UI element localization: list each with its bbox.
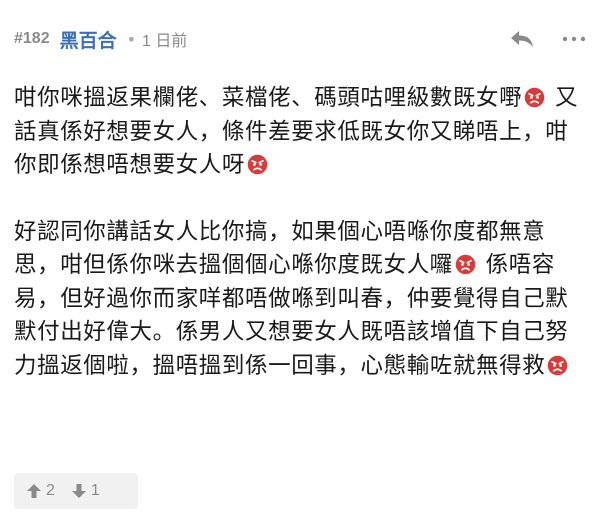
meta-separator: • (126, 29, 137, 49)
reply-button[interactable] (507, 24, 537, 54)
more-options-button[interactable] (559, 24, 589, 54)
upvote-button[interactable]: 2 (26, 482, 55, 500)
angry-emoji-icon (247, 154, 268, 175)
post-paragraph: 咁你咪搵返果欄佬、菜檔佬、碼頭咕哩級數既女嘢 又話真係好想要女人，條件差要求低既… (14, 82, 589, 183)
paragraph-text: 咁你咪搵返果欄佬、菜檔佬、碼頭咕哩級數既女嘢 (14, 85, 523, 111)
angry-emoji-icon (548, 355, 568, 375)
angry-emoji-icon (455, 254, 476, 275)
reply-icon (511, 31, 533, 47)
username-link[interactable]: 黑百合 (60, 26, 117, 53)
post-number: #182 (14, 30, 50, 47)
comment-post: #182 黑百合 • 1 日前 咁你咪搵返果欄佬、菜檔佬、碼頭咕哩級數既女嘢 又… (0, 0, 603, 522)
post-time: 1 日前 (142, 33, 188, 50)
vote-bar: 2 1 (14, 473, 138, 509)
downvote-count: 1 (90, 482, 100, 499)
angry-emoji-icon (524, 87, 545, 108)
more-icon (562, 36, 586, 42)
arrow-down-icon (71, 484, 86, 498)
post-actions (507, 24, 589, 54)
arrow-up-icon (27, 484, 41, 498)
post-paragraph: 好認同你講話女人比你搞，如果個心唔喺你度都無意思，咁但係你咪去搵個個心喺你度既女… (14, 216, 589, 384)
upvote-count: 2 (46, 482, 55, 499)
post-content: 咁你咪搵返果欄佬、菜檔佬、碼頭咕哩級數既女嘢 又話真係好想要女人，條件差要求低既… (14, 82, 589, 416)
downvote-button[interactable]: 1 (71, 482, 100, 500)
post-header: #182 黑百合 • 1 日前 (14, 24, 589, 54)
